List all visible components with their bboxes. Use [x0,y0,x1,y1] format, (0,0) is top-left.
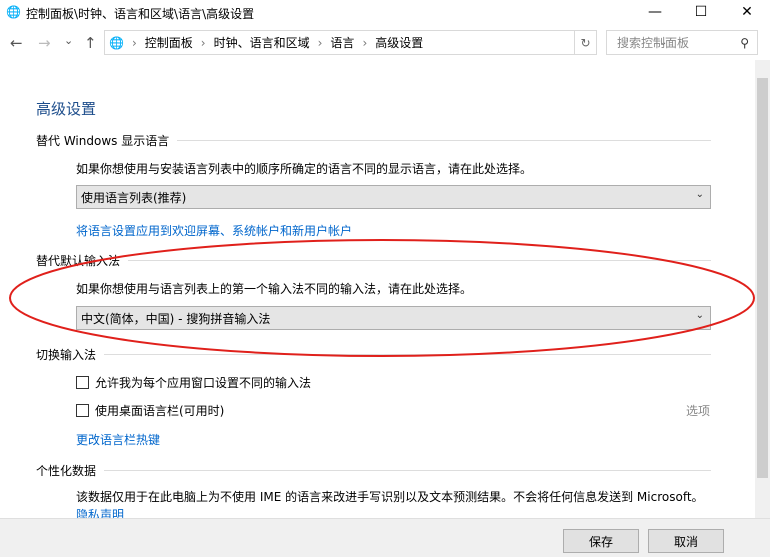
footer: 保存 取消 [0,518,770,557]
window-title: 控制面板\时钟、语言和区域\语言\高级设置 [26,6,255,21]
personalization-description: 该数据仅用于在此电脑上为不使用 IME 的语言来改进手写识别以及文本预测结果。不… [76,490,704,504]
save-button[interactable]: 保存 [563,529,639,553]
privacy-link[interactable]: 隐私声明 [76,506,124,518]
desktop-language-bar-checkbox[interactable]: 使用桌面语言栏(可用时) [76,402,224,419]
scrollbar-thumb[interactable] [757,78,768,478]
refresh-button[interactable]: ↻ [575,30,597,55]
maximize-button[interactable]: ☐ [678,0,724,24]
settings-content: 高级设置 替代 Windows 显示语言 如果你想使用与安装语言列表中的顺序所确… [0,60,755,518]
section-input-method: 替代默认输入法 [36,252,711,269]
checkbox-label: 允许我为每个应用窗口设置不同的输入法 [95,376,312,390]
checkbox[interactable] [76,404,89,417]
search-icon[interactable]: ⚲ [740,36,749,50]
recent-chevron-icon[interactable]: ⌄ [64,34,73,47]
section-switch-input: 切换输入法 [36,346,711,363]
chevron-down-icon: ⌄ [695,189,704,200]
language-globe-icon: 🌐 [6,5,21,19]
breadcrumb-item[interactable]: 控制面板 [145,34,193,51]
input-method-select[interactable]: 中文(简体，中国) - 搜狗拼音输入法 ⌄ [76,306,711,330]
options-link[interactable]: 选项 [686,402,710,419]
chevron-right-icon: › [200,35,206,50]
refresh-icon: ↻ [580,35,591,50]
breadcrumb-item[interactable]: 语言 [330,34,354,51]
section-display-language: 替代 Windows 显示语言 [36,132,711,149]
forward-arrow-icon[interactable]: → [38,34,51,52]
address-bar[interactable]: 🌐 › 控制面板 › 时钟、语言和区域 › 语言 › 高级设置 ⌄ [104,30,667,55]
language-globe-icon: 🌐 [109,35,124,50]
search-input[interactable]: 搜索控制面板 ⚲ [606,30,758,55]
minimize-button[interactable]: — [632,0,678,24]
checkbox[interactable] [76,376,89,389]
change-hotkeys-link[interactable]: 更改语言栏热键 [76,431,160,448]
checkbox-label: 使用桌面语言栏(可用时) [95,404,225,418]
chevron-down-icon: ⌄ [695,310,704,321]
display-language-select[interactable]: 使用语言列表(推荐) ⌄ [76,185,711,209]
input-method-description: 如果你想使用与语言列表上的第一个输入法不同的输入法，请在此处选择。 [76,282,473,296]
per-app-input-checkbox[interactable]: 允许我为每个应用窗口设置不同的输入法 [76,374,311,391]
page-title: 高级设置 [36,100,97,118]
breadcrumb-item[interactable]: 时钟、语言和区域 [214,34,310,51]
cancel-button[interactable]: 取消 [648,529,724,553]
chevron-right-icon: › [317,35,323,50]
search-placeholder: 搜索控制面板 [617,36,690,50]
section-personalization: 个性化数据 [36,462,711,479]
selected-value: 中文(简体，中国) - 搜狗拼音输入法 [81,311,271,326]
chevron-right-icon: › [362,35,368,50]
display-language-description: 如果你想使用与安装语言列表中的顺序所确定的语言不同的显示语言，请在此处选择。 [76,162,533,176]
apply-welcome-screen-link[interactable]: 将语言设置应用到欢迎屏幕、系统帐户和新用户帐户 [76,222,352,239]
selected-value: 使用语言列表(推荐) [81,190,187,205]
chevron-right-icon: › [131,35,137,50]
back-arrow-icon[interactable]: ← [10,34,23,52]
up-arrow-icon[interactable]: ↑ [84,34,97,52]
close-button[interactable]: ✕ [724,0,770,24]
breadcrumb-item[interactable]: 高级设置 [375,34,423,51]
